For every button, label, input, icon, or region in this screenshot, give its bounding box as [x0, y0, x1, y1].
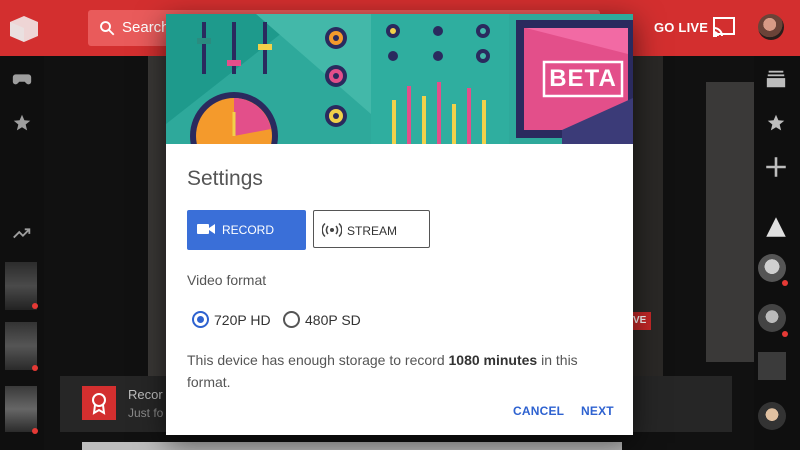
- videocam-icon: [197, 224, 215, 234]
- live-dot: [782, 331, 788, 337]
- notification-title: Recor: [128, 387, 163, 402]
- gamepad-icon[interactable]: [11, 68, 33, 90]
- game-thumbnail-fallout[interactable]: [5, 322, 37, 370]
- add-icon[interactable]: [763, 154, 789, 180]
- trending-icon[interactable]: [11, 222, 33, 244]
- record-badge-icon: [82, 386, 116, 420]
- background-card-edge: [148, 56, 168, 376]
- background-thumbnail-strip: [706, 82, 754, 362]
- channel-avatar[interactable]: [758, 402, 786, 430]
- storage-description: This device has enough storage to record…: [187, 349, 607, 393]
- live-dot: [782, 280, 788, 286]
- cancel-button[interactable]: CANCEL: [513, 404, 564, 418]
- format-label-720p: 720P HD: [214, 312, 271, 328]
- left-navigation-rail: [0, 56, 44, 450]
- beta-badge-text: BETA: [549, 65, 617, 92]
- recording-minutes: 1080 minutes: [448, 352, 538, 368]
- live-badge: VE: [633, 312, 651, 330]
- format-radio-720p[interactable]: 720P HD: [192, 310, 272, 328]
- notification-subtitle: Just fo: [128, 406, 164, 420]
- search-placeholder: Search: [122, 19, 170, 36]
- cast-icon[interactable]: [712, 16, 736, 38]
- live-dot: [32, 365, 38, 371]
- settings-dialog: BETA Settings RECORD STREAM Video format…: [166, 14, 633, 435]
- star-icon[interactable]: [11, 112, 33, 134]
- channel-avatar[interactable]: [758, 304, 786, 332]
- format-label-480p: 480P SD: [305, 312, 361, 328]
- channel-cone-icon[interactable]: [763, 214, 789, 240]
- video-format-label: Video format: [187, 272, 267, 288]
- live-dot: [32, 303, 38, 309]
- radio-button-unselected: [283, 311, 300, 328]
- record-tab-button[interactable]: RECORD: [187, 210, 306, 250]
- subscriptions-icon[interactable]: [765, 68, 787, 90]
- description-prefix: This device has enough storage to record: [187, 352, 449, 368]
- app-logo-icon[interactable]: [8, 12, 40, 44]
- right-rail: [754, 56, 800, 450]
- game-thumbnail-third[interactable]: [5, 386, 37, 432]
- dialog-title: Settings: [187, 167, 263, 190]
- next-button[interactable]: NEXT: [581, 404, 614, 418]
- format-radio-480p[interactable]: 480P SD: [283, 310, 363, 328]
- stream-tab-button[interactable]: STREAM: [313, 210, 430, 248]
- live-stream-icon: [322, 222, 342, 238]
- channel-avatar[interactable]: [758, 254, 786, 282]
- go-live-button[interactable]: GO LIVE: [654, 20, 708, 35]
- account-avatar[interactable]: [758, 14, 784, 40]
- channel-avatar[interactable]: [758, 352, 786, 380]
- star-icon[interactable]: [765, 112, 787, 134]
- stream-tab-label: STREAM: [347, 224, 398, 238]
- live-dot: [32, 428, 38, 434]
- radio-dot: [197, 316, 204, 323]
- record-tab-label: RECORD: [222, 223, 275, 237]
- search-icon: [100, 21, 115, 36]
- bottom-card-row: [82, 442, 622, 450]
